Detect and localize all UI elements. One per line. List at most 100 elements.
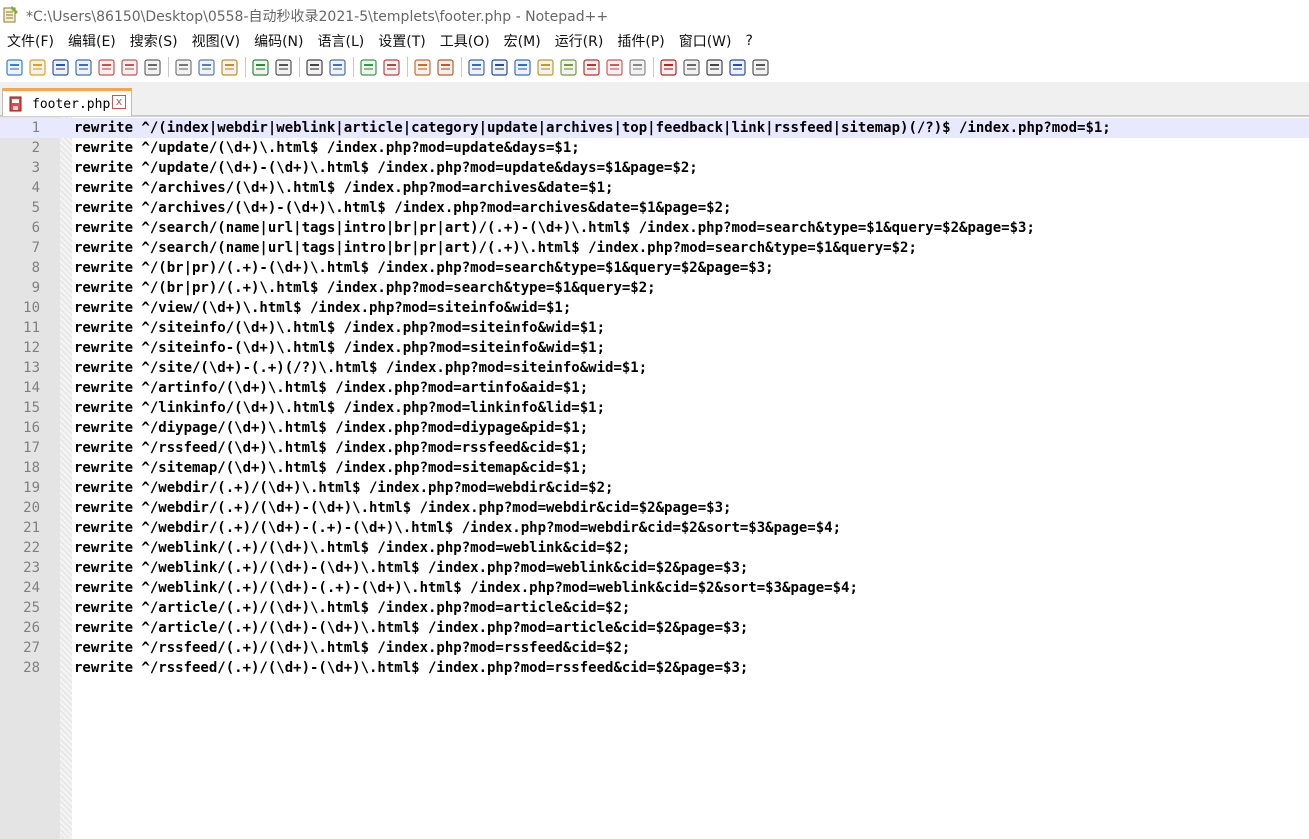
code-line[interactable]: 10 rewrite ^/view/(\d+)\.html$ /index.php… [0,298,1309,318]
code-text[interactable]: rewrite ^/(index|webdir|weblink|article|… [74,118,1111,138]
code-text[interactable]: rewrite ^/weblink/(.+)/(\d+)\.html$ /ind… [74,538,630,558]
word-wrap-icon[interactable] [467,58,486,77]
function-list-icon[interactable] [582,58,601,77]
menu-item[interactable]: 运行(R) [555,31,604,51]
code-text[interactable]: rewrite ^/archives/(\d+)\.html$ /index.p… [74,178,613,198]
code-text[interactable]: rewrite ^/update/(\d+)\.html$ /index.php… [74,138,580,158]
code-line[interactable]: 27 rewrite ^/rssfeed/(.+)/(\d+)\.html$ /i… [0,638,1309,658]
code-text[interactable]: rewrite ^/view/(\d+)\.html$ /index.php?m… [74,298,571,318]
code-text[interactable]: rewrite ^/siteinfo/(\d+)\.html$ /index.p… [74,318,605,338]
new-file-icon[interactable] [5,58,24,77]
save-macro-icon[interactable] [751,58,770,77]
copy-icon[interactable] [197,58,216,77]
doc-map-icon[interactable] [559,58,578,77]
code-text[interactable]: rewrite ^/artinfo/(\d+)\.html$ /index.ph… [74,378,588,398]
code-line[interactable]: 14 rewrite ^/artinfo/(\d+)\.html$ /index.… [0,378,1309,398]
code-lines[interactable]: 1 rewrite ^/(index|webdir|weblink|article… [0,118,1309,678]
menu-item[interactable]: 文件(F) [7,31,54,51]
menu-item[interactable]: 视图(V) [192,31,241,51]
menu-item[interactable]: 窗口(W) [679,31,732,51]
menu-item[interactable]: 设置(T) [378,31,425,51]
code-text[interactable]: rewrite ^/webdir/(.+)/(\d+)-(.+)-(\d+)\.… [74,518,841,538]
code-line[interactable]: 25 rewrite ^/article/(.+)/(\d+)\.html$ /i… [0,598,1309,618]
menu-item[interactable]: 宏(M) [504,31,541,51]
menu-item[interactable]: 搜索(S) [130,31,178,51]
menu-item[interactable]: 语言(L) [318,31,365,51]
code-line[interactable]: 11 rewrite ^/siteinfo/(\d+)\.html$ /index… [0,318,1309,338]
code-line[interactable]: 3 rewrite ^/update/(\d+)-(\d+)\.html$ /in… [0,158,1309,178]
code-text[interactable]: rewrite ^/search/(name|url|tags|intro|br… [74,218,1035,238]
code-line[interactable]: 6 rewrite ^/search/(name|url|tags|intro|b… [0,218,1309,238]
sync-horizontal-icon[interactable] [436,58,455,77]
code-text[interactable]: rewrite ^/archives/(\d+)-(\d+)\.html$ /i… [74,198,731,218]
code-text[interactable]: rewrite ^/linkinfo/(\d+)\.html$ /index.p… [74,398,605,418]
code-line[interactable]: 28 rewrite ^/rssfeed/(.+)/(\d+)-(\d+)\.ht… [0,658,1309,678]
code-line[interactable]: 1 rewrite ^/(index|webdir|weblink|article… [0,118,1309,138]
zoom-out-icon[interactable] [382,58,401,77]
code-text[interactable]: rewrite ^/site/(\d+)-(.+)(/?)\.html$ /in… [74,358,647,378]
code-text[interactable]: rewrite ^/search/(name|url|tags|intro|br… [74,238,917,258]
code-line[interactable]: 5 rewrite ^/archives/(\d+)-(\d+)\.html$ /… [0,198,1309,218]
code-line[interactable]: 19 rewrite ^/webdir/(.+)/(\d+)\.html$ /in… [0,478,1309,498]
zoom-in-icon[interactable] [359,58,378,77]
sync-vertical-icon[interactable] [413,58,432,77]
close-tab-icon[interactable]: x [112,95,126,109]
code-line[interactable]: 26 rewrite ^/article/(.+)/(\d+)-(\d+)\.ht… [0,618,1309,638]
indent-guide-icon[interactable] [513,58,532,77]
code-line[interactable]: 23 rewrite ^/weblink/(.+)/(\d+)-(\d+)\.ht… [0,558,1309,578]
code-line[interactable]: 22 rewrite ^/weblink/(.+)/(\d+)\.html$ /i… [0,538,1309,558]
menu-item[interactable]: 工具(O) [440,31,490,51]
menu-item[interactable]: 编辑(E) [68,31,116,51]
lang-udl-icon[interactable] [536,58,555,77]
code-text[interactable]: rewrite ^/weblink/(.+)/(\d+)-(\d+)\.html… [74,558,748,578]
print-icon[interactable] [143,58,162,77]
code-text[interactable]: rewrite ^/(br|pr)/(.+)-(\d+)\.html$ /ind… [74,258,774,278]
code-line[interactable]: 17 rewrite ^/rssfeed/(\d+)\.html$ /index.… [0,438,1309,458]
editor[interactable]: 1 rewrite ^/(index|webdir|weblink|article… [0,116,1309,839]
code-text[interactable]: rewrite ^/weblink/(.+)/(\d+)-(.+)-(\d+)\… [74,578,858,598]
code-text[interactable]: rewrite ^/sitemap/(\d+)\.html$ /index.ph… [74,458,588,478]
play-macro-icon[interactable] [705,58,724,77]
show-all-chars-icon[interactable] [490,58,509,77]
run-macro-multiple-icon[interactable] [728,58,747,77]
code-line[interactable]: 20 rewrite ^/webdir/(.+)/(\d+)-(\d+)\.htm… [0,498,1309,518]
code-text[interactable]: rewrite ^/siteinfo-(\d+)\.html$ /index.p… [74,338,605,358]
code-text[interactable]: rewrite ^/webdir/(.+)/(\d+)-(\d+)\.html$… [74,498,731,518]
code-line[interactable]: 8 rewrite ^/(br|pr)/(.+)-(\d+)\.html$ /in… [0,258,1309,278]
code-line[interactable]: 16 rewrite ^/diypage/(\d+)\.html$ /index.… [0,418,1309,438]
menu-item[interactable]: 插件(P) [617,31,664,51]
save-all-icon[interactable] [74,58,93,77]
code-text[interactable]: rewrite ^/rssfeed/(.+)/(\d+)-(\d+)\.html… [74,658,748,678]
code-line[interactable]: 13 rewrite ^/site/(\d+)-(.+)(/?)\.html$ /… [0,358,1309,378]
replace-icon[interactable] [328,58,347,77]
code-line[interactable]: 21 rewrite ^/webdir/(.+)/(\d+)-(.+)-(\d+)… [0,518,1309,538]
code-text[interactable]: rewrite ^/article/(.+)/(\d+)-(\d+)\.html… [74,618,748,638]
open-file-icon[interactable] [28,58,47,77]
tab-footer-php[interactable]: footer.php x [2,88,132,116]
cut-icon[interactable] [174,58,193,77]
code-line[interactable]: 12 rewrite ^/siteinfo-(\d+)\.html$ /index… [0,338,1309,358]
code-line[interactable]: 7 rewrite ^/search/(name|url|tags|intro|b… [0,238,1309,258]
code-line[interactable]: 18 rewrite ^/sitemap/(\d+)\.html$ /index.… [0,458,1309,478]
menu-item[interactable]: 编码(N) [254,31,303,51]
record-macro-icon[interactable] [659,58,678,77]
code-text[interactable]: rewrite ^/webdir/(.+)/(\d+)\.html$ /inde… [74,478,613,498]
code-text[interactable]: rewrite ^/rssfeed/(\d+)\.html$ /index.ph… [74,438,588,458]
paste-icon[interactable] [220,58,239,77]
close-all-icon[interactable] [120,58,139,77]
monitoring-icon[interactable] [628,58,647,77]
code-line[interactable]: 9 rewrite ^/(br|pr)/(.+)\.html$ /index.ph… [0,278,1309,298]
folder-as-workspace-icon[interactable] [605,58,624,77]
code-line[interactable]: 2 rewrite ^/update/(\d+)\.html$ /index.ph… [0,138,1309,158]
menu-item[interactable]: ? [746,33,753,49]
close-icon[interactable] [97,58,116,77]
find-icon[interactable] [305,58,324,77]
undo-icon[interactable] [251,58,270,77]
code-text[interactable]: rewrite ^/update/(\d+)-(\d+)\.html$ /ind… [74,158,698,178]
code-line[interactable]: 24 rewrite ^/weblink/(.+)/(\d+)-(.+)-(\d+… [0,578,1309,598]
code-text[interactable]: rewrite ^/rssfeed/(.+)/(\d+)\.html$ /ind… [74,638,630,658]
code-text[interactable]: rewrite ^/article/(.+)/(\d+)\.html$ /ind… [74,598,630,618]
stop-record-icon[interactable] [682,58,701,77]
code-line[interactable]: 4 rewrite ^/archives/(\d+)\.html$ /index.… [0,178,1309,198]
code-line[interactable]: 15 rewrite ^/linkinfo/(\d+)\.html$ /index… [0,398,1309,418]
